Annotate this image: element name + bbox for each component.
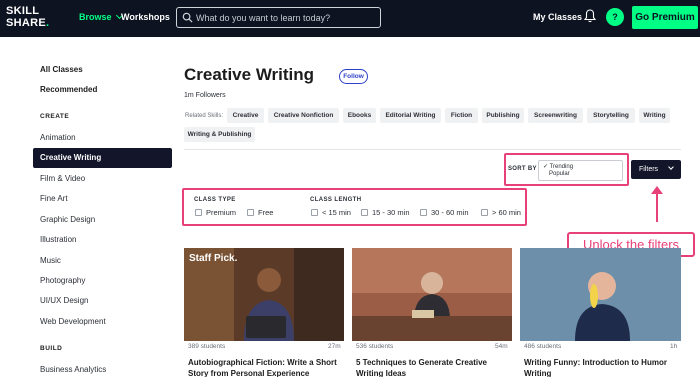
sidebar-item-fine-art[interactable]: Fine Art — [40, 194, 68, 203]
sidebar-item-web-development[interactable]: Web Development — [40, 317, 106, 326]
staff-pick-badge: Staff Pick. — [189, 253, 238, 264]
sidebar-item-animation[interactable]: Animation — [40, 133, 76, 142]
skill-chip[interactable]: Writing & Publishing — [184, 127, 255, 142]
sidebar-item-business-analytics[interactable]: Business Analytics — [40, 365, 106, 374]
my-classes-link[interactable]: My Classes — [533, 12, 582, 22]
logo-line-1: SKILL — [6, 5, 40, 17]
card-students: 486 students — [524, 343, 562, 350]
logo-line-2: SHARE — [6, 17, 47, 29]
sort-highlight-box — [504, 153, 629, 186]
sidebar-item-music[interactable]: Music — [40, 256, 61, 265]
skill-chip[interactable]: Storytelling — [587, 108, 635, 123]
sidebar-item-ui-ux-design[interactable]: UI/UX Design — [40, 296, 88, 305]
chevron-down-icon — [668, 164, 674, 170]
skill-chip[interactable]: Fiction — [445, 108, 478, 123]
browse-menu[interactable]: Browse — [79, 11, 124, 22]
skill-chip[interactable]: Publishing — [482, 108, 524, 123]
related-skills-label: Related Skills: — [185, 113, 224, 119]
card-title[interactable]: 5 Techniques to Generate Creative Writin… — [356, 357, 516, 377]
top-nav: SKILL SHARE. Browse Workshops My Classes… — [0, 0, 700, 37]
follow-button[interactable]: Follow — [339, 69, 368, 84]
sidebar-heading-create: CREATE — [40, 113, 70, 120]
workshops-link[interactable]: Workshops — [121, 12, 170, 22]
filter-highlight-box — [182, 188, 527, 226]
skill-chip[interactable]: Writing — [639, 108, 670, 123]
card-students: 536 students — [356, 343, 394, 350]
card-duration: 1h — [670, 343, 678, 350]
sidebar-item-all-classes[interactable]: All Classes — [40, 65, 83, 74]
skill-chip[interactable]: Creative — [227, 108, 264, 123]
sidebar-item-graphic-design[interactable]: Graphic Design — [40, 215, 95, 224]
arrow-shaft — [656, 192, 658, 222]
skill-chip[interactable]: Ebooks — [343, 108, 376, 123]
sidebar-item-illustration[interactable]: Illustration — [40, 235, 76, 244]
search-icon — [182, 12, 193, 23]
skillshare-logo[interactable]: SKILL SHARE. — [6, 5, 49, 29]
class-thumbnail[interactable] — [520, 248, 681, 341]
card-students: 389 students — [188, 343, 226, 350]
followers-count: 1m Followers — [184, 92, 226, 99]
browse-label: Browse — [79, 12, 112, 22]
bell-icon[interactable] — [584, 9, 596, 23]
card-title[interactable]: Autobiographical Fiction: Write a Short … — [188, 357, 348, 377]
card-duration: 27m — [328, 343, 341, 350]
skill-chip[interactable]: Editorial Writing — [380, 108, 441, 123]
go-premium-button[interactable]: Go Premium — [632, 6, 698, 29]
class-thumbnail[interactable] — [352, 248, 512, 341]
sidebar-item-photography[interactable]: Photography — [40, 276, 85, 285]
page-title: Creative Writing — [184, 65, 315, 84]
divider — [184, 149, 681, 150]
sidebar-item-recommended[interactable]: Recommended — [40, 85, 97, 94]
card-title[interactable]: Writing Funny: Introduction to Humor Wri… — [524, 357, 684, 377]
filters-label: Filters — [638, 166, 659, 173]
avatar[interactable]: ? — [606, 8, 624, 26]
sidebar-item-label: Creative Writing — [40, 153, 102, 162]
sidebar-item-film-video[interactable]: Film & Video — [40, 174, 85, 183]
filters-button[interactable]: Filters — [631, 160, 681, 179]
skill-chip[interactable]: Screenwriting — [528, 108, 583, 123]
thumbnail-image — [352, 248, 512, 341]
sidebar-item-creative-writing[interactable]: Creative Writing — [33, 148, 172, 168]
skill-chip[interactable]: Creative Nonfiction — [268, 108, 339, 123]
sidebar-heading-build: BUILD — [40, 345, 63, 352]
thumbnail-image — [520, 248, 681, 341]
logo-dot: . — [46, 17, 50, 29]
search-box[interactable] — [176, 7, 381, 28]
card-duration: 54m — [495, 343, 508, 350]
search-input[interactable] — [196, 10, 376, 25]
